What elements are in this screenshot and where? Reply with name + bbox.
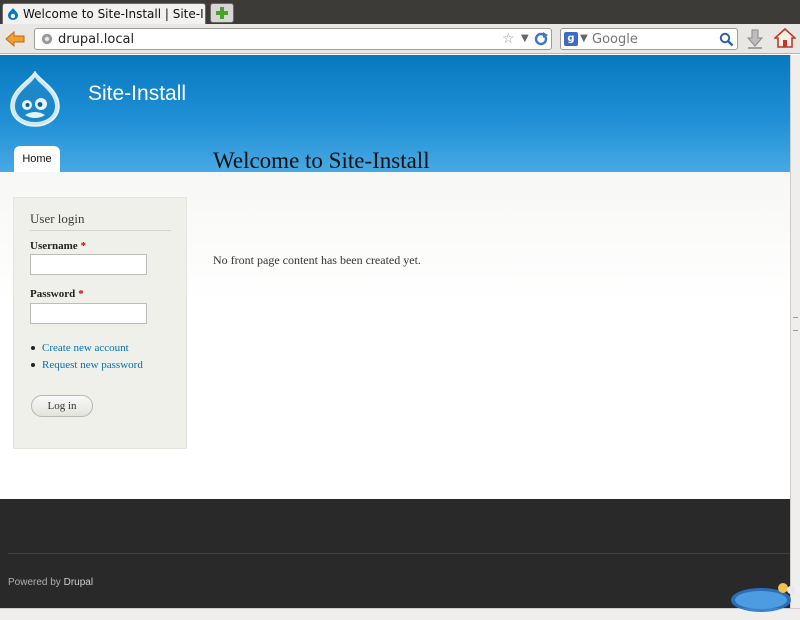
home-icon[interactable] xyxy=(774,27,796,49)
vertical-scrollbar[interactable] xyxy=(790,55,800,608)
request-password-link[interactable]: Request new password xyxy=(42,359,143,371)
tab-strip: Welcome to Site-Install | Site-I... xyxy=(0,0,800,24)
back-arrow-icon xyxy=(5,31,25,47)
list-item: Request new password xyxy=(31,356,143,373)
block-title: User login xyxy=(30,211,85,226)
search-engine-dropdown-icon[interactable]: ▼ xyxy=(580,33,588,44)
browser-tab[interactable]: Welcome to Site-Install | Site-I... xyxy=(2,3,206,24)
download-arrow-icon[interactable] xyxy=(745,28,765,50)
drupal-logo-icon[interactable] xyxy=(9,71,61,127)
plus-icon xyxy=(216,7,228,19)
user-login-block: User login Username * Password * Create ne… xyxy=(13,197,187,449)
site-footer: Powered by Drupal xyxy=(0,499,790,608)
log-in-button[interactable]: Log in xyxy=(31,395,93,417)
watermark-logo-icon xyxy=(731,583,795,612)
page-body-text: No front page content has been created y… xyxy=(213,253,421,267)
powered-by: Powered by Drupal xyxy=(8,577,94,588)
bullet xyxy=(31,362,35,367)
tab-title: Welcome to Site-Install | Site-I... xyxy=(23,7,203,21)
bookmark-star-icon[interactable]: ☆ xyxy=(502,31,515,47)
list-item: Create new account xyxy=(31,339,143,356)
address-bar[interactable]: drupal.local ☆ ▼ xyxy=(34,28,552,50)
required-marker: * xyxy=(80,240,87,252)
horizontal-scrollbar[interactable] xyxy=(0,608,800,620)
nav-tab-home[interactable]: Home xyxy=(14,146,60,172)
site-name[interactable]: Site-Install xyxy=(88,82,186,106)
history-dropdown-icon[interactable]: ▼ xyxy=(521,33,529,44)
scrollbar-grip[interactable] xyxy=(793,317,798,331)
navigation-toolbar: drupal.local ☆ ▼ g ▼ xyxy=(0,24,800,54)
search-input[interactable] xyxy=(592,32,712,47)
page-viewport: Site-Install Home User login Username * P… xyxy=(0,55,790,608)
page-title: Welcome to Site-Install xyxy=(213,148,430,173)
drupal-link[interactable]: Drupal xyxy=(64,577,93,588)
create-account-link[interactable]: Create new account xyxy=(42,342,129,354)
reload-icon[interactable] xyxy=(533,31,549,47)
new-tab-button[interactable] xyxy=(210,3,234,23)
divider xyxy=(30,230,171,231)
google-engine-icon[interactable]: g xyxy=(564,32,578,46)
main-region: User login Username * Password * Create ne… xyxy=(0,172,790,499)
login-links: Create new account Request new password xyxy=(31,339,143,373)
back-button[interactable] xyxy=(4,28,26,50)
footer-divider xyxy=(8,553,790,554)
username-field[interactable] xyxy=(30,254,147,275)
search-bar[interactable]: g ▼ xyxy=(560,28,738,50)
password-field[interactable] xyxy=(30,303,147,324)
search-icon[interactable] xyxy=(719,32,734,47)
drupal-favicon-icon xyxy=(8,8,18,20)
url-text: drupal.local xyxy=(58,32,135,47)
username-label: Username * xyxy=(30,240,87,252)
globe-icon xyxy=(41,33,53,45)
password-label: Password * xyxy=(30,288,84,300)
required-marker: * xyxy=(78,288,84,300)
bullet xyxy=(31,345,35,350)
